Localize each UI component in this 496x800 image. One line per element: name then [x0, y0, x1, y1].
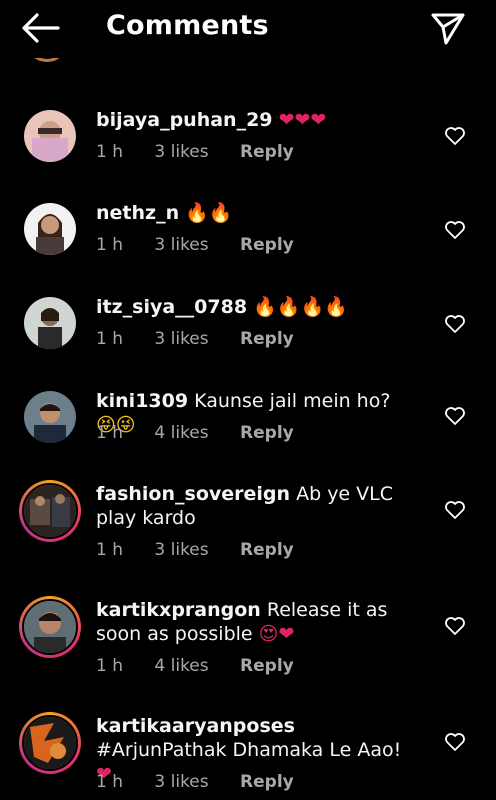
avatar[interactable]: [24, 297, 76, 349]
comment-emoji: 🔥🔥: [185, 202, 233, 224]
comment-likes[interactable]: 3 likes: [154, 142, 208, 162]
heart-icon[interactable]: [444, 616, 466, 636]
comment-likes[interactable]: 4 likes: [154, 423, 208, 443]
heart-icon[interactable]: [444, 126, 466, 146]
avatar[interactable]: [19, 596, 81, 658]
comment-emoji: ❤❤❤: [278, 109, 327, 131]
heart-icon[interactable]: [444, 406, 466, 426]
page-title: Comments: [106, 10, 269, 41]
avatar[interactable]: [19, 480, 81, 542]
comment-username[interactable]: kartikxprangon: [96, 599, 261, 621]
comment-likes[interactable]: 3 likes: [154, 235, 208, 255]
comment-meta: 1 h 3 likes Reply: [96, 235, 294, 255]
comment-meta: 1 h 4 likes Reply: [96, 423, 294, 443]
comment-body: #ArjunPathak Dhamaka Le Aao!: [96, 739, 402, 761]
comment-emoji: 😍❤: [258, 623, 295, 645]
comment-meta: 1 h 4 likes Reply: [96, 656, 294, 676]
comment-time: 1 h: [96, 772, 123, 792]
reply-button[interactable]: Reply: [240, 423, 294, 443]
comment-meta: 1 h 3 likes Reply: [96, 329, 294, 349]
reply-button[interactable]: Reply: [240, 656, 294, 676]
reply-button[interactable]: Reply: [240, 772, 294, 792]
comment-username[interactable]: nethz_n: [96, 202, 179, 224]
avatar[interactable]: [19, 712, 81, 774]
comment-username[interactable]: kini1309: [96, 390, 188, 412]
comment-likes[interactable]: 3 likes: [154, 329, 208, 349]
comment-text: fashion_sovereign Ab ye VLC play kardo: [96, 482, 416, 530]
comment-likes[interactable]: 3 likes: [154, 772, 208, 792]
reply-button[interactable]: Reply: [240, 540, 294, 560]
comment-likes[interactable]: 4 likes: [154, 656, 208, 676]
comment-username[interactable]: bijaya_puhan_29: [96, 109, 273, 131]
comment-time: 1 h: [96, 423, 123, 443]
comment-time: 1 h: [96, 540, 123, 560]
heart-icon[interactable]: [444, 314, 466, 334]
avatar[interactable]: [24, 110, 76, 162]
comment-time: 1 h: [96, 142, 123, 162]
send-direct-icon[interactable]: [430, 12, 466, 46]
avatar[interactable]: [24, 391, 76, 443]
heart-icon[interactable]: [444, 220, 466, 240]
header-bar: Comments: [0, 0, 496, 58]
comment-username[interactable]: itz_siya__0788: [96, 296, 247, 318]
comment-body: Kaunse jail mein ho?: [194, 390, 391, 412]
comment-time: 1 h: [96, 656, 123, 676]
comment-username[interactable]: kartikaaryanposes: [96, 715, 295, 737]
comment-text: bijaya_puhan_29 ❤❤❤: [96, 108, 416, 132]
comment-text: itz_siya__0788 🔥🔥🔥🔥: [96, 295, 416, 319]
comment-meta: 1 h 3 likes Reply: [96, 540, 294, 560]
back-arrow-icon[interactable]: [20, 11, 60, 45]
comment-text: nethz_n 🔥🔥: [96, 201, 416, 225]
heart-icon[interactable]: [444, 500, 466, 520]
heart-icon[interactable]: [444, 732, 466, 752]
comment-time: 1 h: [96, 329, 123, 349]
comment-meta: 1 h 3 likes Reply: [96, 772, 294, 792]
comment-emoji: 🔥🔥🔥🔥: [253, 296, 348, 318]
comment-likes[interactable]: 3 likes: [154, 540, 208, 560]
comment-time: 1 h: [96, 235, 123, 255]
comment-text: kartikxprangon Release it as soon as pos…: [96, 598, 416, 646]
comment-meta: 1 h 3 likes Reply: [96, 142, 294, 162]
avatar[interactable]: [24, 203, 76, 255]
comment-username[interactable]: fashion_sovereign: [96, 483, 290, 505]
reply-button[interactable]: Reply: [240, 235, 294, 255]
reply-button[interactable]: Reply: [240, 329, 294, 349]
reply-button[interactable]: Reply: [240, 142, 294, 162]
